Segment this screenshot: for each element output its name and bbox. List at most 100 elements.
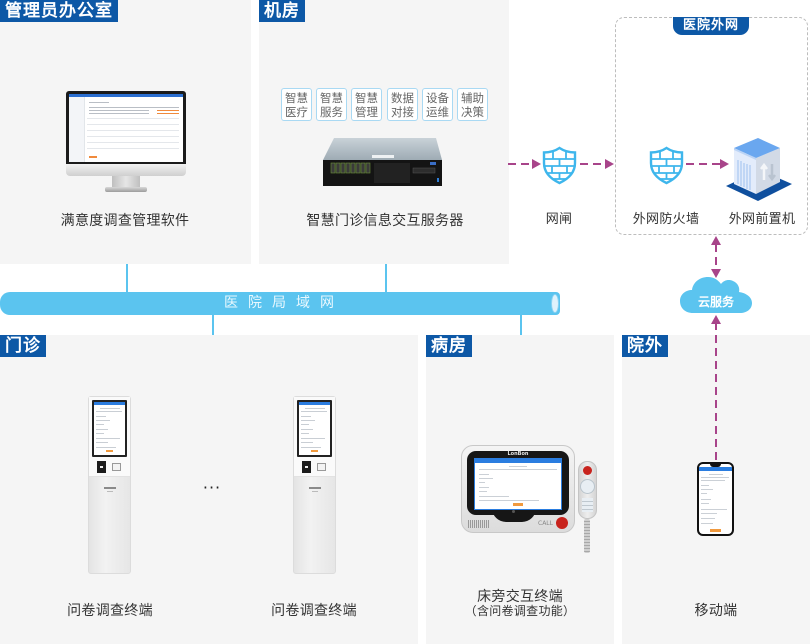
screen-line — [479, 469, 557, 470]
screen-topbar — [299, 402, 330, 405]
screen-line — [479, 491, 487, 492]
screen-line — [96, 411, 122, 412]
screen-line — [479, 500, 539, 501]
firewall-shield-icon — [649, 146, 684, 185]
caption-gateway: 网闸 — [545, 212, 573, 227]
screen-row — [89, 107, 179, 108]
module-line: 服务 — [320, 105, 343, 119]
screen-gridline — [87, 118, 179, 119]
pipe-end-cap — [551, 294, 559, 313]
kiosk-screen — [92, 400, 127, 457]
screen-gridline — [87, 136, 179, 137]
module-line: 数据 — [391, 91, 414, 105]
bedside-terminal: LonBon CALL — [461, 445, 575, 533]
terminal-bezel: LonBon — [467, 451, 569, 515]
lan-connector-outpatient — [212, 315, 214, 335]
kiosk-screen-content — [299, 402, 330, 455]
screen-topbar — [699, 467, 732, 471]
call-label: CALL — [538, 520, 553, 527]
screen-line — [701, 489, 713, 490]
screen-line — [701, 509, 727, 510]
phone-screen — [699, 464, 732, 534]
module-device-ops: 设备 运维 — [422, 88, 453, 121]
zone-label-admin-office: 管理员办公室 — [0, 0, 118, 22]
lan-connector-server — [385, 264, 387, 292]
zone-label-outpatient: 门诊 — [0, 335, 46, 357]
caption-management-software: 满意度调查管理软件 — [60, 213, 190, 229]
cloud-service-label: 云服务 — [697, 295, 735, 309]
screen-line — [301, 420, 315, 421]
screen-line — [301, 429, 313, 430]
kiosk-slot — [309, 487, 321, 489]
screen-row-highlight — [157, 113, 179, 114]
screen-topbar — [94, 402, 125, 405]
card-reader-slot — [305, 466, 308, 468]
caption-kiosk-2: 问卷调查终端 — [271, 603, 357, 619]
screen-line — [301, 416, 311, 417]
monitor-screen — [69, 94, 183, 162]
kiosk-slot — [104, 487, 116, 489]
speaker-grille — [468, 520, 490, 528]
screen-line — [701, 523, 713, 524]
screen-line — [305, 408, 325, 409]
card-reader-icon — [302, 461, 311, 473]
gateway-shield-icon — [542, 146, 577, 185]
screen-line — [701, 480, 725, 481]
screen-topbar — [475, 459, 561, 463]
module-line: 智慧 — [355, 91, 378, 105]
monitor-chin — [66, 164, 186, 176]
screen-submit-button — [106, 450, 113, 452]
screen-line — [96, 429, 108, 430]
kiosk-screen-content — [94, 402, 125, 455]
lan-connector-ward — [520, 315, 522, 335]
screen-line — [301, 442, 313, 443]
module-line: 辅助 — [461, 91, 484, 105]
screen-button — [89, 156, 97, 158]
screen-line — [96, 424, 104, 425]
mobile-phone — [697, 462, 734, 536]
screen-line — [301, 433, 309, 434]
screen-gridline — [87, 148, 179, 149]
screen-sidebar — [69, 97, 85, 162]
module-line: 智慧 — [320, 91, 343, 105]
kiosk-logo — [312, 491, 318, 492]
screen-line — [301, 411, 327, 412]
caption-kiosk-1: 问卷调查终端 — [67, 603, 153, 619]
module-decision-support: 辅助 决策 — [457, 88, 488, 121]
arrowhead-firewall — [605, 159, 614, 169]
caption-info-server: 智慧门诊信息交互服务器 — [306, 213, 464, 229]
lan-connector-admin — [126, 264, 128, 292]
screen-gridline — [87, 142, 179, 143]
call-button-icon — [556, 517, 568, 529]
zone-label-server-room: 机房 — [259, 0, 305, 22]
screen-row — [89, 110, 149, 111]
screen-line — [701, 499, 711, 500]
monitor-neck — [112, 176, 140, 187]
screen-line — [701, 493, 707, 494]
more-kiosks-ellipsis: ··· — [202, 478, 222, 497]
arrowhead-extranet-up — [711, 236, 721, 245]
screen-submit-button — [311, 450, 318, 452]
handset-cord — [584, 519, 590, 553]
caption-mobile: 移动端 — [694, 603, 738, 619]
monitor-bezel — [66, 91, 186, 164]
zone-label-ward: 病房 — [426, 335, 472, 357]
module-data-integration: 数据 对接 — [387, 88, 418, 121]
module-line: 决策 — [461, 105, 484, 119]
screen-row — [89, 113, 149, 114]
screen-row-highlight — [157, 110, 179, 111]
screen-line — [701, 513, 717, 514]
card-reader-icon — [97, 461, 106, 473]
terminal-brand: LonBon — [507, 451, 529, 457]
monitor-base — [105, 187, 147, 192]
arrowhead-cloud-up — [711, 315, 721, 324]
card-reader-slot — [100, 466, 103, 468]
screen-line — [701, 518, 715, 519]
handset-dpad-icon — [580, 479, 595, 494]
screen-line — [301, 438, 325, 439]
module-line: 管理 — [355, 105, 378, 119]
screen-line — [701, 477, 729, 478]
screen-line — [509, 466, 527, 467]
module-line: 运维 — [426, 105, 449, 119]
screen-line — [479, 496, 509, 497]
